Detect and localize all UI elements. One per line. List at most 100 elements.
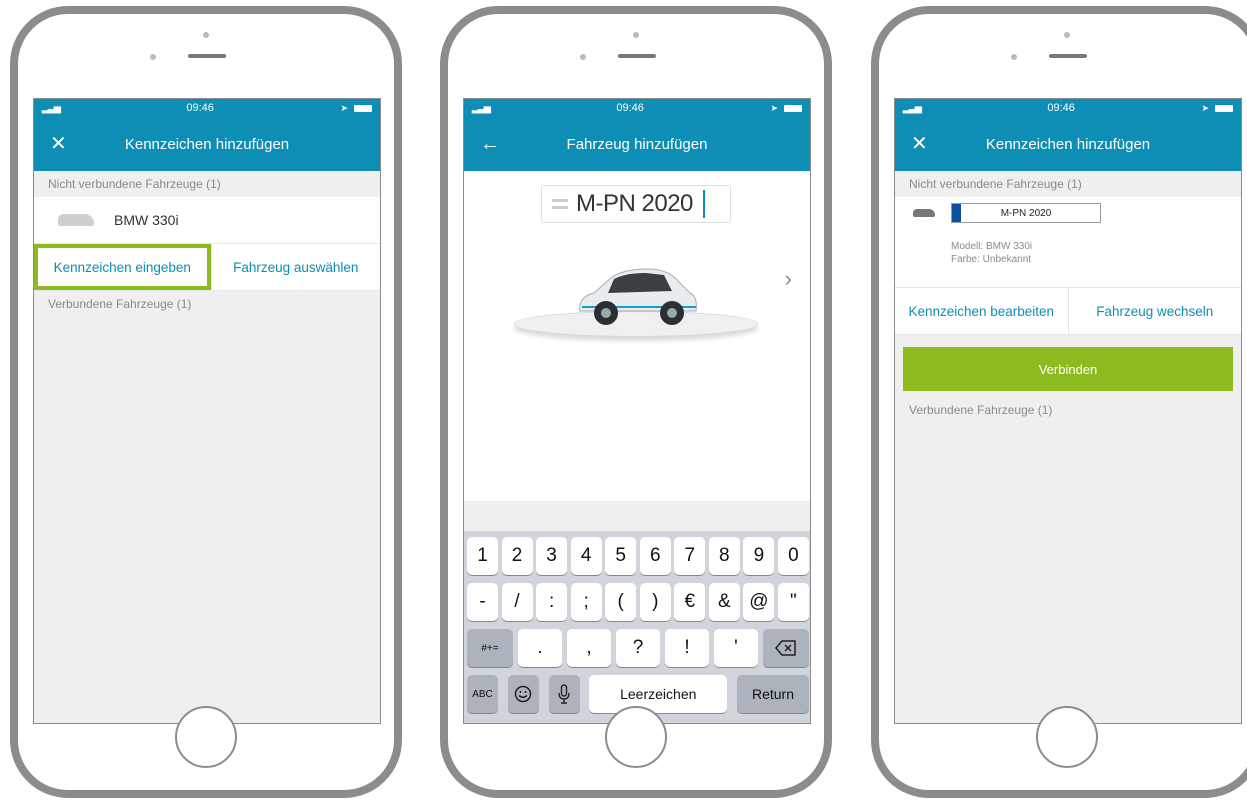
camera bbox=[203, 32, 209, 38]
key[interactable]: 2 bbox=[501, 537, 533, 575]
key[interactable]: 7 bbox=[674, 537, 706, 575]
camera bbox=[1064, 32, 1070, 38]
status-time: 09:46 bbox=[186, 102, 214, 114]
location-icon: ➤ bbox=[340, 102, 348, 113]
screen-1: ▂▃▅ 09:46 ➤ ✕ Kennzeichen hinzufügen Nic… bbox=[33, 98, 381, 724]
key[interactable]: / bbox=[501, 583, 533, 621]
symbols-mode-key[interactable]: #+= bbox=[467, 629, 513, 667]
key[interactable]: ; bbox=[570, 583, 602, 621]
nav-bar: ← Fahrzeug hinzufügen bbox=[464, 117, 810, 171]
vehicle-carousel: M-PN 2020 › bbox=[464, 171, 810, 501]
key[interactable]: 0 bbox=[777, 537, 809, 575]
key[interactable]: - bbox=[467, 583, 498, 621]
license-plate-value: M-PN 2020 bbox=[1000, 207, 1052, 219]
section-unconnected: Nicht verbundene Fahrzeuge (1) bbox=[909, 177, 1082, 191]
section-connected: Verbundene Fahrzeuge (1) bbox=[909, 403, 1053, 417]
nav-bar: ✕ Kennzeichen hinzufügen bbox=[34, 117, 380, 171]
page-title: Fahrzeug hinzufügen bbox=[566, 135, 708, 153]
plate-input-value: M-PN 2020 bbox=[576, 190, 693, 217]
chevron-right-icon[interactable]: › bbox=[785, 266, 792, 292]
key[interactable]: @ bbox=[743, 583, 775, 621]
vehicle-actions: Kennzeichen eingeben Fahrzeug auswählen bbox=[34, 243, 380, 291]
vehicle-card: M-PN 2020 Modell: BMW 330i Farbe: Unbeka… bbox=[895, 197, 1241, 287]
section-connected: Verbundene Fahrzeuge (1) bbox=[48, 297, 192, 311]
phone-frame-1: ▂▃▅ 09:46 ➤ ✕ Kennzeichen hinzufügen Nic… bbox=[10, 6, 402, 798]
speaker bbox=[618, 54, 656, 58]
edit-plate-button[interactable]: Kennzeichen bearbeiten bbox=[895, 288, 1068, 334]
key[interactable]: 1 bbox=[467, 537, 498, 575]
key[interactable]: 8 bbox=[708, 537, 740, 575]
sensor bbox=[150, 54, 156, 60]
home-button[interactable] bbox=[175, 706, 237, 768]
keyboard: 1 2 3 4 5 6 7 8 9 0 - / : ; ( ) € & @ " … bbox=[464, 531, 810, 723]
signal-icon: ▂▃▅ bbox=[472, 102, 491, 113]
key[interactable]: ( bbox=[605, 583, 637, 621]
phone-frame-2: ▂▃▅ 09:46 ➤ ← Fahrzeug hinzufügen M-PN 2… bbox=[440, 6, 832, 798]
key[interactable]: ? bbox=[616, 629, 660, 667]
vehicle-name: BMW 330i bbox=[114, 212, 179, 228]
app-header: ▂▃▅ 09:46 ➤ ✕ Kennzeichen hinzufügen bbox=[34, 99, 380, 171]
key[interactable]: 5 bbox=[605, 537, 637, 575]
key[interactable]: € bbox=[674, 583, 706, 621]
close-icon[interactable]: ✕ bbox=[50, 134, 67, 154]
space-key[interactable]: Leerzeichen bbox=[589, 675, 728, 713]
phone-frame-3: ▂▃▅ 09:46 ➤ ✕ Kennzeichen hinzufügen Nic… bbox=[871, 6, 1247, 798]
return-key[interactable]: Return bbox=[737, 675, 809, 713]
vehicle-color: Farbe: Unbekannt bbox=[951, 254, 1032, 265]
text-cursor bbox=[702, 190, 705, 218]
keyboard-row-punct: #+= . , ? ! ' bbox=[467, 629, 809, 667]
key[interactable]: ) bbox=[639, 583, 671, 621]
microphone-icon bbox=[558, 684, 570, 704]
key[interactable]: : bbox=[536, 583, 568, 621]
key[interactable]: & bbox=[708, 583, 740, 621]
vehicle-model: Modell: BMW 330i bbox=[951, 241, 1033, 252]
key[interactable]: 4 bbox=[570, 537, 602, 575]
screen-2: ▂▃▅ 09:46 ➤ ← Fahrzeug hinzufügen M-PN 2… bbox=[463, 98, 811, 724]
home-button[interactable] bbox=[1036, 706, 1098, 768]
location-icon: ➤ bbox=[1201, 102, 1209, 113]
status-bar: ▂▃▅ 09:46 ➤ bbox=[464, 99, 810, 117]
change-vehicle-button[interactable]: Fahrzeug wechseln bbox=[1067, 288, 1242, 334]
car-icon bbox=[58, 214, 94, 226]
sensor bbox=[1011, 54, 1017, 60]
signal-icon: ▂▃▅ bbox=[903, 102, 922, 113]
page-title: Kennzeichen hinzufügen bbox=[985, 135, 1151, 153]
key[interactable]: 6 bbox=[639, 537, 671, 575]
keyboard-row-digits: 1 2 3 4 5 6 7 8 9 0 bbox=[467, 537, 809, 575]
key[interactable]: 9 bbox=[743, 537, 775, 575]
home-button[interactable] bbox=[605, 706, 667, 768]
connect-button[interactable]: Verbinden bbox=[903, 347, 1233, 391]
battery-icon bbox=[784, 104, 802, 112]
key[interactable]: ' bbox=[714, 629, 758, 667]
screen-3: ▂▃▅ 09:46 ➤ ✕ Kennzeichen hinzufügen Nic… bbox=[894, 98, 1242, 724]
signal-icon: ▂▃▅ bbox=[42, 102, 61, 113]
key[interactable]: " bbox=[777, 583, 809, 621]
vehicle-row[interactable]: BMW 330i bbox=[34, 197, 380, 243]
back-arrow-icon[interactable]: ← bbox=[480, 134, 500, 154]
speaker bbox=[1049, 54, 1087, 58]
enter-plate-button[interactable]: Kennzeichen eingeben bbox=[34, 244, 211, 290]
emoji-icon bbox=[515, 685, 532, 703]
backspace-icon bbox=[775, 640, 796, 656]
backspace-key[interactable] bbox=[763, 629, 809, 667]
key[interactable]: . bbox=[518, 629, 562, 667]
camera bbox=[633, 32, 639, 38]
app-header: ▂▃▅ 09:46 ➤ ← Fahrzeug hinzufügen bbox=[464, 99, 810, 171]
key[interactable]: ! bbox=[665, 629, 709, 667]
page-title: Kennzeichen hinzufügen bbox=[124, 135, 290, 153]
plate-input[interactable]: M-PN 2020 bbox=[541, 185, 731, 223]
speaker bbox=[188, 54, 226, 58]
battery-icon bbox=[354, 104, 372, 112]
close-icon[interactable]: ✕ bbox=[911, 134, 928, 154]
dictation-key[interactable] bbox=[548, 675, 580, 713]
eu-band-icon bbox=[952, 204, 961, 222]
license-plate: M-PN 2020 bbox=[951, 203, 1101, 223]
key[interactable]: , bbox=[567, 629, 611, 667]
key[interactable]: 3 bbox=[536, 537, 568, 575]
emoji-key[interactable] bbox=[507, 675, 539, 713]
select-vehicle-button[interactable]: Fahrzeug auswählen bbox=[210, 244, 381, 290]
status-time: 09:46 bbox=[616, 102, 644, 114]
car-icon bbox=[913, 209, 935, 217]
status-bar: ▂▃▅ 09:46 ➤ bbox=[895, 99, 1241, 117]
abc-key[interactable]: ABC bbox=[467, 675, 498, 713]
